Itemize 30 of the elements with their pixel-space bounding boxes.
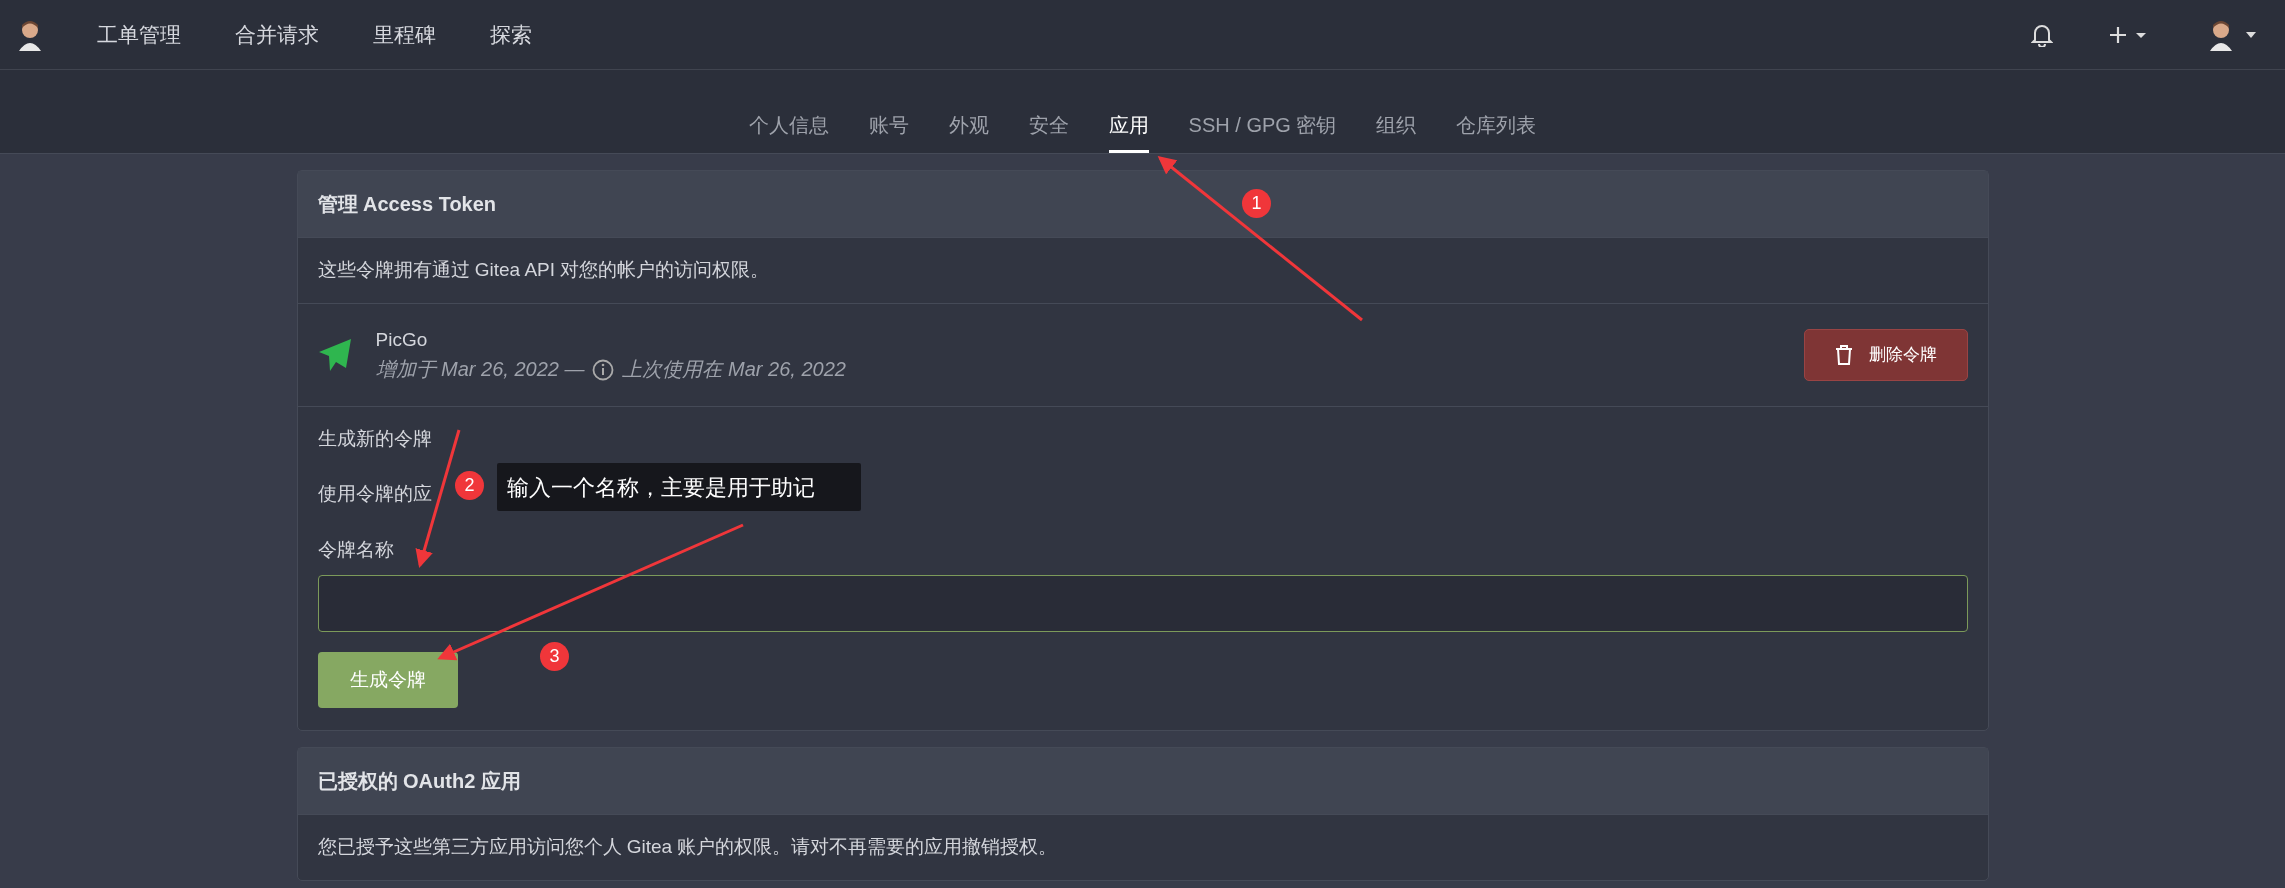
token-name-field[interactable]: [317, 574, 1968, 632]
settings-tab[interactable]: 组织: [1376, 110, 1417, 153]
token-name: PicGo: [375, 327, 429, 352]
paper-plane-icon: [317, 337, 352, 372]
caret-icon[interactable]: [2245, 30, 2257, 39]
settings-tab[interactable]: 外观: [948, 110, 989, 153]
description-text: 这些令牌拥有通过 Gitea API 对您的帐户的访问权限。: [317, 259, 770, 280]
last-used-date: 上次使用在 Mar 26, 2022: [622, 357, 846, 382]
settings-tab[interactable]: 个人信息: [748, 110, 829, 153]
settings-tab[interactable]: 安全: [1028, 110, 1069, 153]
delete-token-button[interactable]: 删除令牌: [1803, 329, 1968, 381]
field-label: 令牌名称: [317, 539, 394, 560]
nav-link[interactable]: 探索: [463, 18, 559, 51]
notification-bell-icon[interactable]: [2031, 22, 2053, 47]
add-dropdown-icon[interactable]: [2109, 24, 2149, 45]
section-title: 生成新的令牌: [317, 428, 432, 449]
settings-tab[interactable]: 应用: [1108, 110, 1149, 153]
settings-tab[interactable]: SSH / GPG 密钥: [1188, 110, 1337, 153]
settings-tab[interactable]: 账号: [868, 110, 909, 153]
trash-icon: [1834, 343, 1853, 366]
info-icon: [592, 358, 615, 381]
added-date: 增加于 Mar 26, 2022 —: [375, 357, 585, 382]
nav-link[interactable]: 里程碑: [346, 18, 463, 51]
nav-link[interactable]: 工单管理: [70, 18, 208, 51]
card-title: 已授权的 OAuth2 应用: [297, 748, 1988, 815]
hint-text: 使用令牌的应: [317, 482, 432, 504]
tooltip: 输入一个名称，主要是用于助记: [497, 463, 861, 511]
description-text: 您已授予这些第三方应用访问您个人 Gitea 账户的权限。请对不再需要的应用撤销授权。: [317, 836, 1058, 857]
settings-tab[interactable]: 仓库列表: [1456, 110, 1537, 153]
nav-link[interactable]: 合并请求: [208, 18, 346, 51]
